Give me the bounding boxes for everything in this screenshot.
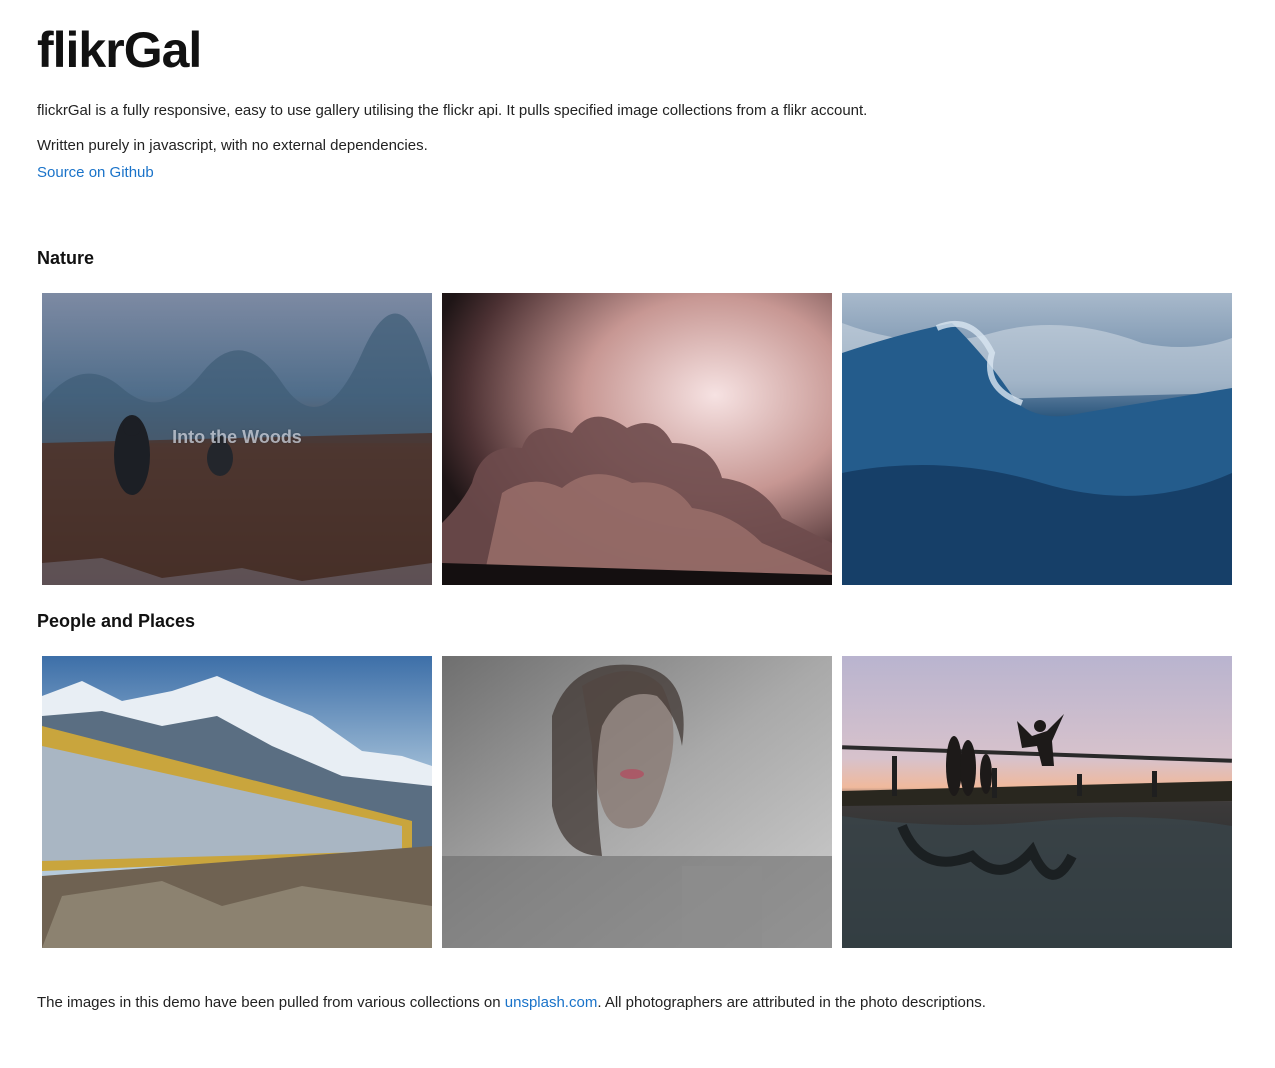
intro-dependencies: Written purely in javascript, with no ex… bbox=[37, 137, 428, 154]
photo-thumbnail-rainy-window-portrait[interactable] bbox=[442, 656, 832, 948]
photo-thumbnail-ocean-wave[interactable] bbox=[842, 293, 1232, 585]
footer-attribution: The images in this demo have been pulled… bbox=[37, 993, 986, 1013]
page-title: flikrGal bbox=[37, 22, 202, 78]
collection-grid-people-and-places bbox=[42, 656, 1232, 948]
source-on-github-link[interactable]: Source on Github bbox=[37, 163, 154, 183]
ocean-wave-image bbox=[842, 293, 1232, 585]
photo-thumbnail-train-mountains[interactable] bbox=[42, 656, 432, 948]
rainy-window-portrait-image bbox=[442, 656, 832, 948]
photo-caption: Into the Woods bbox=[172, 427, 302, 447]
footer-text-after: . All photographers are attributed in th… bbox=[597, 994, 986, 1011]
collection-title-people-and-places: People and Places bbox=[37, 611, 196, 631]
unsplash-link[interactable]: unsplash.com bbox=[505, 994, 598, 1011]
train-mountains-image bbox=[42, 656, 432, 948]
intro-paragraph: flickrGal is a fully responsive, easy to… bbox=[37, 102, 868, 119]
photo-thumbnail-foggy-field[interactable]: Into the Woods bbox=[42, 293, 432, 585]
pink-clouds-image bbox=[442, 293, 832, 585]
footer-text-before: The images in this demo have been pulled… bbox=[37, 994, 505, 1011]
photo-thumbnail-sunset-pier-jump[interactable] bbox=[842, 656, 1232, 948]
collection-grid-nature: Into the Woods bbox=[42, 293, 1232, 585]
photo-thumbnail-pink-clouds[interactable] bbox=[442, 293, 832, 585]
sunset-pier-jump-image bbox=[842, 656, 1232, 948]
collection-title-nature: Nature bbox=[37, 248, 95, 268]
